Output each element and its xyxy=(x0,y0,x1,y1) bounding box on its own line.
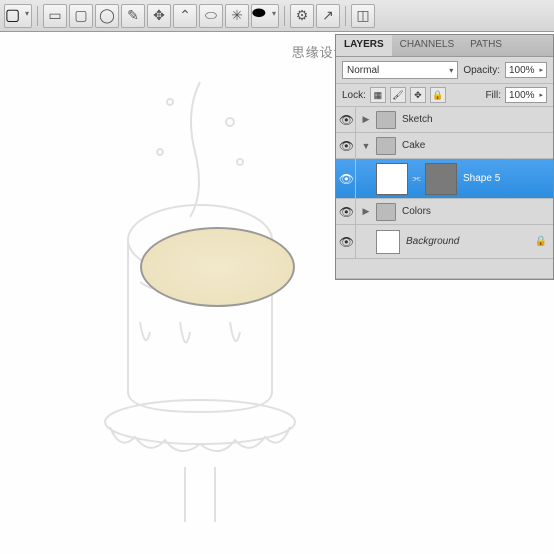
lock-all-icon[interactable]: 🔒 xyxy=(430,87,446,103)
folder-icon xyxy=(376,111,396,129)
opacity-label: Opacity: xyxy=(463,65,500,76)
layer-thumb[interactable] xyxy=(376,163,408,195)
lock-icon: 🔒 xyxy=(535,236,547,247)
folder-icon xyxy=(376,137,396,155)
arrow-icon[interactable]: ↗ xyxy=(316,4,340,28)
link-icon[interactable]: ⫘ xyxy=(412,173,421,184)
chevron-right-icon[interactable]: ▶ xyxy=(360,114,372,125)
layer-label: Cake xyxy=(400,140,551,151)
lock-label: Lock: xyxy=(342,90,366,101)
fill-label: Fill: xyxy=(485,90,501,101)
layer-thumb[interactable] xyxy=(376,230,400,254)
custom-icon[interactable]: ✳ xyxy=(225,4,249,28)
lock-pos-icon[interactable]: ✥ xyxy=(410,87,426,103)
opacity-input[interactable]: 100% xyxy=(505,62,547,78)
folder-icon xyxy=(376,203,396,221)
layer-background[interactable]: 👁 Background 🔒 xyxy=(336,225,553,259)
shape-mode-dd[interactable]: ▢ xyxy=(4,4,32,28)
chevron-right-icon[interactable]: ▶ xyxy=(360,206,372,217)
layer-label: Colors xyxy=(400,206,551,217)
panel-tabs: LAYERS CHANNELS PATHS xyxy=(336,35,553,57)
lock-trans-icon[interactable]: ▦ xyxy=(370,87,386,103)
rect-icon[interactable]: ▭ xyxy=(43,4,67,28)
overlap-icon[interactable]: ◫ xyxy=(351,4,375,28)
cake-top-shape[interactable] xyxy=(140,227,295,307)
convert-icon[interactable]: ⌃ xyxy=(173,4,197,28)
tab-layers[interactable]: LAYERS xyxy=(336,35,392,56)
visibility-icon[interactable]: 👁 xyxy=(338,133,356,158)
toolbar: ▢ ▭ ▢ ◯ ✎ ✥ ⌃ ⬭ ✳ ⬬ ⚙ ↗ ◫ xyxy=(0,0,554,32)
layer-cake[interactable]: 👁 ▼ Cake xyxy=(336,133,553,159)
tab-channels[interactable]: CHANNELS xyxy=(392,35,462,56)
anchor-icon[interactable]: ✥ xyxy=(147,4,171,28)
blend-mode-select[interactable]: Normal xyxy=(342,61,458,79)
lock-image-icon[interactable]: 🖌 xyxy=(390,87,406,103)
chevron-down-icon[interactable]: ▼ xyxy=(360,141,372,151)
shape-dd[interactable]: ⬬ xyxy=(251,4,279,28)
layer-label: Shape 5 xyxy=(461,173,551,184)
layer-label: Sketch xyxy=(400,114,551,125)
visibility-icon[interactable]: 👁 xyxy=(338,159,356,198)
mask-thumb[interactable] xyxy=(425,163,457,195)
layers-panel: LAYERS CHANNELS PATHS Normal Opacity: 10… xyxy=(335,34,554,280)
tab-paths[interactable]: PATHS xyxy=(462,35,510,56)
rrect-icon[interactable]: ▢ xyxy=(69,4,93,28)
gear-icon[interactable]: ⚙ xyxy=(290,4,314,28)
pen-icon[interactable]: ✎ xyxy=(121,4,145,28)
visibility-icon[interactable]: 👁 xyxy=(338,107,356,132)
freeform-icon[interactable]: ⬭ xyxy=(199,4,223,28)
layer-shape5[interactable]: 👁 ⫘ Shape 5 xyxy=(336,159,553,199)
ellipse-icon[interactable]: ◯ xyxy=(95,4,119,28)
layer-sketch[interactable]: 👁 ▶ Sketch xyxy=(336,107,553,133)
visibility-icon[interactable]: 👁 xyxy=(338,225,356,258)
layer-colors[interactable]: 👁 ▶ Colors xyxy=(336,199,553,225)
layer-label: Background xyxy=(404,236,531,247)
fill-input[interactable]: 100% xyxy=(505,87,547,103)
visibility-icon[interactable]: 👁 xyxy=(338,199,356,224)
